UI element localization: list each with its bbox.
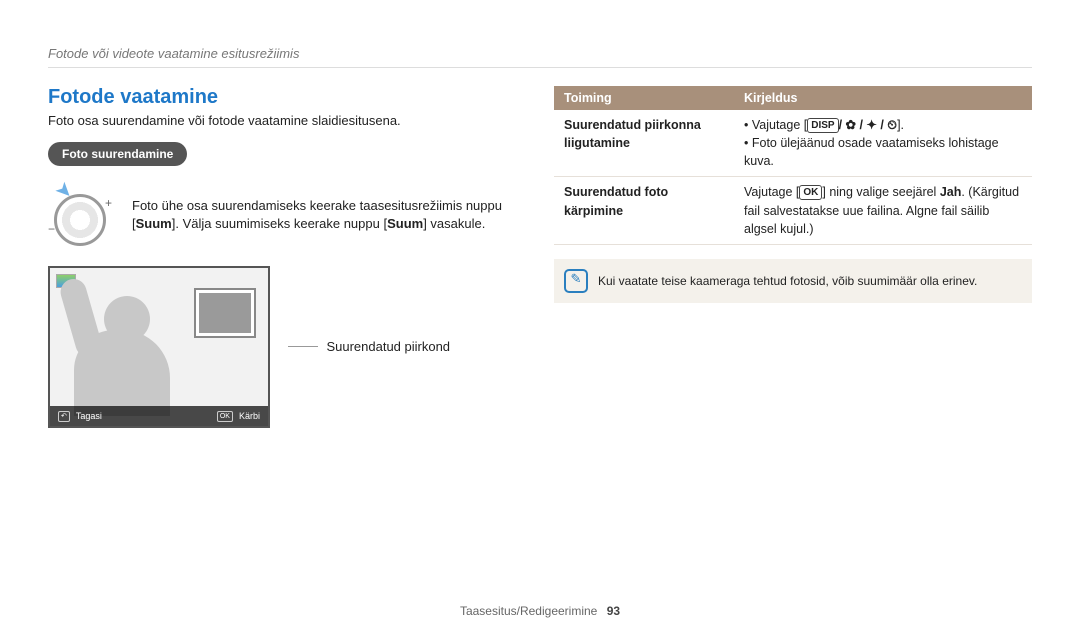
back-arrow-icon: ↶ [58,411,70,422]
dial-plus-icon: + [105,196,112,210]
page-heading: Fotode vaatamine [48,86,526,109]
silhouette-illustration [50,286,190,406]
cell-action-crop: Suurendatud foto kärpimine [554,177,734,244]
instruction-text: Foto ühe osa suurendamiseks keerake taas… [132,197,526,232]
breadcrumb-rule [48,67,1032,68]
bar-back-label: Tagasi [76,411,102,421]
right-column: Toiming Kirjeldus Suurendatud piirkonna … [554,86,1032,428]
cell-desc-move: • Vajutage [DISP/ ✿ / ✦ / ⏲]. • Foto üle… [734,110,1032,177]
disp-chip-icon: DISP [807,118,838,133]
table-row: Suurendatud foto kärpimine Vajutage [OK]… [554,177,1032,244]
footer-section: Taasesitus/Redigeerimine [460,604,597,618]
camera-screen-mock: ↶ Tagasi OK Kärbi [48,266,270,428]
caption-leader-line [288,346,318,347]
bar-ok-label: Kärbi [239,411,260,421]
actions-table: Toiming Kirjeldus Suurendatud piirkonna … [554,86,1032,245]
left-column: Fotode vaatamine Foto osa suurendamine v… [48,86,526,428]
table-row: Suurendatud piirkonna liigutamine • Vaju… [554,110,1032,177]
dial-icon [54,194,106,246]
screen-bottom-bar: ↶ Tagasi OK Kärbi [50,406,268,426]
table-header-desc: Kirjeldus [734,86,1032,110]
screenshot-caption: Suurendatud piirkond [288,338,450,356]
note-callout: ✎ Kui vaatate teise kaameraga tehtud fot… [554,259,1032,303]
section-pill: Foto suurendamine [48,142,187,166]
cell-action-move: Suurendatud piirkonna liigutamine [554,110,734,177]
instruction-row: ➤ + − Foto ühe osa suurendamiseks keerak… [48,180,526,250]
dial-minus-icon: − [48,222,55,236]
lead-paragraph: Foto osa suurendamine või fotode vaatami… [48,113,526,128]
table-header-action: Toiming [554,86,734,110]
ok-chip-icon: OK [799,185,822,200]
note-info-icon: ✎ [564,269,588,293]
breadcrumb: Fotode või videote vaatamine esitusrežii… [48,46,1032,61]
ok-chip-icon: OK [217,411,233,422]
cell-desc-crop: Vajutage [OK] ning valige seejärel Jah. … [734,177,1032,244]
zoom-region-box [194,288,256,338]
note-text: Kui vaatate teise kaameraga tehtud fotos… [598,274,977,288]
zoom-dial-illustration: ➤ + − [48,180,118,250]
footer-page-number: 93 [607,604,620,618]
page-footer: Taasesitus/Redigeerimine 93 [0,604,1080,618]
